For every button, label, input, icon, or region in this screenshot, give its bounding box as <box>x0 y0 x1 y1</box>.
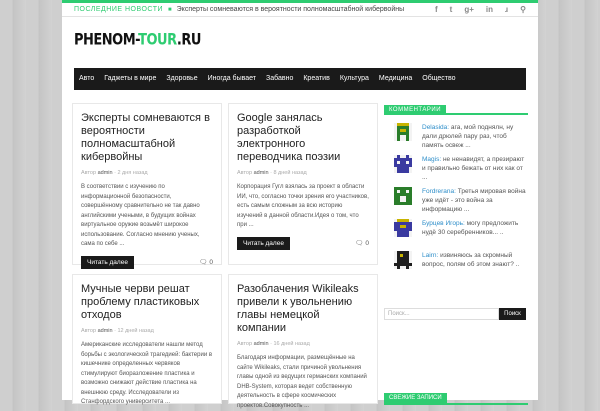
post-card: Мучные черви решат проблему пластиковых … <box>72 274 222 405</box>
logo-part-3: .RU <box>176 31 202 50</box>
page-wrapper: Последние новости ■ Эксперты сомневаются… <box>62 0 538 409</box>
comment-text: Бурцев Игорь: могу предложить нудё 30 се… <box>422 219 528 243</box>
facebook-icon[interactable]: f <box>435 5 438 14</box>
post-author[interactable]: admin <box>98 170 113 176</box>
avatar[interactable] <box>394 123 412 141</box>
post-author[interactable]: admin <box>254 170 269 176</box>
post-title[interactable]: Google занялась разработкой электронного… <box>237 112 369 164</box>
post-date: · 2 дня назад <box>114 170 148 176</box>
search-button[interactable]: Поиск <box>499 308 526 320</box>
comment-count-value: 0 <box>209 259 213 266</box>
recent-comment[interactable]: Delasida: ага, мой поднялн, ну дали дрюл… <box>384 123 528 149</box>
post-title[interactable]: Разоблачения Wikileaks привели к увольне… <box>237 283 369 335</box>
post-excerpt: В соответствии с изучению по информацион… <box>81 184 200 247</box>
post-card: Разоблачения Wikileaks привели к увольне… <box>228 274 378 409</box>
comment-text: Magis: не ненавидят, а презирают и прави… <box>422 155 528 181</box>
search-input[interactable]: Поиск... <box>384 308 499 320</box>
post-author[interactable]: admin <box>98 328 113 334</box>
post-meta: Автор admin · 12 дней назад <box>81 328 213 334</box>
comments-widget-header: Комментарии <box>384 103 528 115</box>
post-meta: Автор admin · 16 дней назад <box>237 341 369 347</box>
nav-item-sometimes[interactable]: Иногда бывает <box>203 68 261 90</box>
site-logo[interactable]: PHENOM-TOUR.RU <box>74 32 201 50</box>
nav-item-health[interactable]: Здоровье <box>161 68 202 90</box>
ticker-bullet-icon: ■ <box>168 6 172 13</box>
sidebar: Комментарии Delasida: ага, мой поднялн, … <box>384 103 528 275</box>
comment-author[interactable]: Magis: <box>422 156 441 163</box>
news-ticker-link[interactable]: Эксперты сомневаются в вероятности полно… <box>177 6 404 13</box>
comment-author[interactable]: Fordrerana: <box>422 188 456 195</box>
twitter-icon[interactable]: t <box>450 5 453 14</box>
top-bar: Последние новости ■ Эксперты сомневаются… <box>62 0 538 17</box>
avatar[interactable] <box>394 155 412 173</box>
fresh-posts-widget-header: Свежие записи <box>384 393 528 405</box>
rss-icon[interactable]: ɹ <box>505 5 508 14</box>
google-plus-icon[interactable]: g+ <box>464 5 474 14</box>
post-date: · 16 дней назад <box>270 341 310 347</box>
latest-news-label: Последние новости <box>74 6 164 13</box>
comment-text: Fordrerana: Третья мировая война уже идё… <box>422 187 528 213</box>
nav-item-culture[interactable]: Культура <box>335 68 374 90</box>
author-label: Автор <box>81 170 97 176</box>
fresh-posts-widget-title: Свежие записи <box>384 393 447 403</box>
nav-item-society[interactable]: Общество <box>417 68 460 90</box>
recent-comment[interactable]: Lairn: извиняюсь за скромный вопрос, пол… <box>384 251 528 275</box>
nav-item-gadgets[interactable]: Гаджеты в мире <box>99 68 161 90</box>
avatar[interactable] <box>394 187 412 205</box>
comment-author[interactable]: Lairn: <box>422 252 438 259</box>
post-excerpt: Благодаря информации, размещённые на сай… <box>237 355 367 409</box>
read-more-button[interactable]: Читать далее <box>81 255 134 269</box>
post-footer: Читать далее 🗨 0 <box>237 236 369 250</box>
nav-item-creative[interactable]: Креатив <box>298 68 334 90</box>
read-more-button[interactable]: Читать далее <box>237 236 290 250</box>
recent-comment[interactable]: Fordrerana: Третья мировая война уже идё… <box>384 187 528 213</box>
comment-icon: 🗨 <box>355 240 364 247</box>
author-label: Автор <box>237 341 253 347</box>
recent-comment[interactable]: Бурцев Игорь: могу предложить нудё 30 се… <box>384 219 528 243</box>
nav-item-medicine[interactable]: Медицина <box>374 68 417 90</box>
post-date: · 12 дней назад <box>114 328 154 334</box>
post-meta: Автор admin · 2 дня назад <box>81 170 213 176</box>
nav-item-auto[interactable]: Авто <box>74 68 99 90</box>
post-title[interactable]: Эксперты сомневаются в вероятности полно… <box>81 112 213 164</box>
author-label: Автор <box>237 170 253 176</box>
post-title[interactable]: Мучные черви решат проблему пластиковых … <box>81 283 213 322</box>
search-form: Поиск... Поиск <box>384 308 526 320</box>
post-author[interactable]: admin <box>254 341 269 347</box>
post-excerpt: Американские исследователи нашли метод б… <box>81 342 213 405</box>
comment-count[interactable]: 🗨 0 <box>199 258 213 266</box>
comment-author[interactable]: Delasida: <box>422 124 449 131</box>
logo-part-2: TOUR <box>138 31 177 50</box>
linkedin-icon[interactable]: in <box>486 5 493 14</box>
comments-widget-title: Комментарии <box>384 105 447 115</box>
post-meta: Автор admin · 8 дней назад <box>237 170 369 176</box>
comment-icon: 🗨 <box>199 259 208 266</box>
social-links: f t g+ in ɹ ⚲ <box>435 5 526 14</box>
avatar[interactable] <box>394 251 412 269</box>
logo-part-1: PHENOM- <box>74 31 139 50</box>
comment-text: Lairn: извиняюсь за скромный вопрос, пол… <box>422 251 528 275</box>
post-card: Google занялась разработкой электронного… <box>228 103 378 265</box>
recent-comment[interactable]: Magis: не ненавидят, а презирают и прави… <box>384 155 528 181</box>
post-excerpt: Корпорация Гугл взялась за проект в обла… <box>237 184 369 228</box>
author-label: Автор <box>81 328 97 334</box>
comment-count-value: 0 <box>365 240 369 247</box>
search-icon[interactable]: ⚲ <box>520 5 526 14</box>
post-date: · 8 дней назад <box>270 170 307 176</box>
main-nav: Авто Гаджеты в мире Здоровье Иногда быва… <box>74 68 526 90</box>
post-card: Эксперты сомневаются в вероятности полно… <box>72 103 222 269</box>
comment-text: Delasida: ага, мой поднялн, ну дали дрюл… <box>422 123 528 149</box>
comment-count[interactable]: 🗨 0 <box>355 239 369 247</box>
nav-item-funny[interactable]: Забавно <box>261 68 298 90</box>
comment-author[interactable]: Бурцев Игорь: <box>422 220 465 227</box>
post-footer: Читать далее 🗨 0 <box>81 255 213 269</box>
avatar[interactable] <box>394 219 412 237</box>
